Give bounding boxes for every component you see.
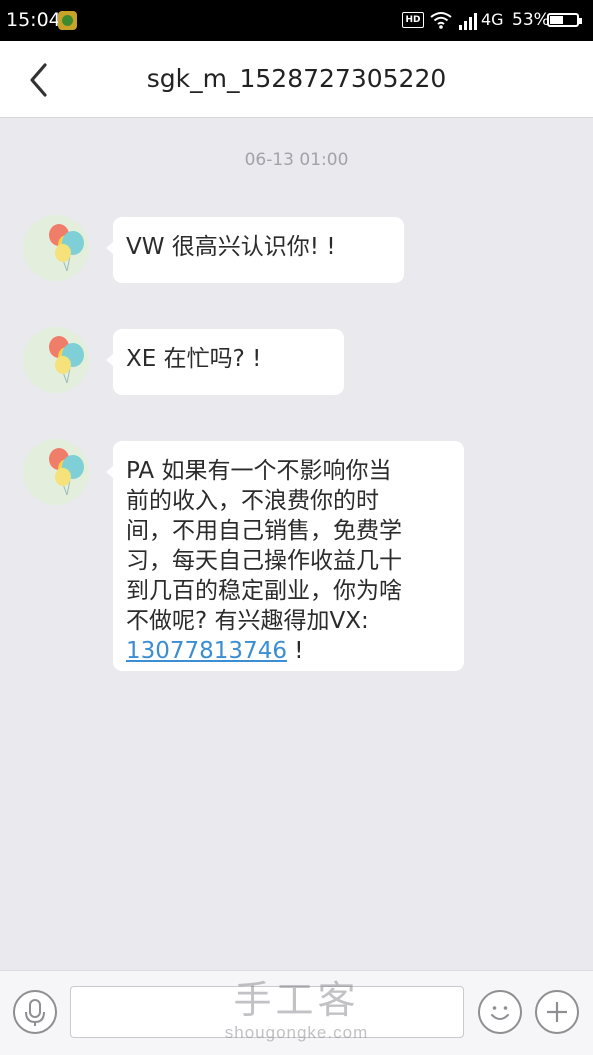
message-text-line: 到几百的稳定副业，你为啥	[126, 578, 402, 604]
back-icon[interactable]	[26, 62, 52, 98]
avatar[interactable]	[23, 215, 89, 281]
chat-header: sgk_m_1528727305220	[0, 41, 593, 118]
microphone-icon	[25, 999, 45, 1026]
hd-badge: HD	[402, 12, 424, 28]
emoji-button[interactable]	[478, 990, 522, 1034]
status-time: 15:04	[6, 9, 61, 31]
balloon-avatar-icon	[23, 439, 89, 505]
message-text-line: 间，不用自己销售，免费学	[126, 518, 402, 544]
more-options-button[interactable]	[535, 990, 579, 1034]
message-timestamp: 06-13 01:00	[244, 150, 349, 170]
message-text: VW 很高兴认识你! !	[126, 234, 336, 260]
input-bar	[0, 970, 593, 1055]
message-text-line: 习，每天自己操作收益几十	[126, 548, 402, 574]
message-text: XE 在忙吗? !	[126, 346, 262, 372]
avatar[interactable]	[23, 327, 89, 393]
plus-icon	[547, 1002, 567, 1022]
message-bubble[interactable]: PA 如果有一个不影响你当 前的收入，不浪费你的时 间，不用自己销售，免费学 习…	[106, 441, 464, 671]
status-bar: 15:04 HD 4G 53%	[0, 0, 593, 41]
battery-icon	[547, 13, 582, 27]
message-text-line: PA 如果有一个不影响你当	[126, 458, 392, 484]
phone-number-link[interactable]: 13077813746	[126, 638, 287, 664]
emoji-icon	[491, 1006, 509, 1020]
message-text-line: 前的收入，不浪费你的时	[126, 488, 379, 514]
signal-icon	[459, 13, 477, 30]
avatar[interactable]	[23, 439, 89, 505]
message-input[interactable]	[70, 986, 464, 1038]
battery-level-fill	[550, 16, 563, 24]
app-notification-icon	[58, 11, 77, 30]
battery-percent: 53%	[512, 10, 550, 30]
message-bubble[interactable]: VW 很高兴认识你! !	[106, 217, 404, 283]
message-bubble[interactable]: XE 在忙吗? !	[106, 329, 344, 395]
balloon-avatar-icon	[23, 215, 89, 281]
voice-input-button[interactable]	[13, 990, 57, 1034]
message-text-line: 不做呢? 有兴趣得加VX:	[126, 608, 369, 634]
balloon-avatar-icon	[23, 327, 89, 393]
message-text-line: 13077813746 !	[126, 636, 450, 666]
wifi-icon	[430, 12, 452, 29]
network-type: 4G	[481, 10, 504, 29]
message-tail: !	[286, 638, 304, 664]
page-title: sgk_m_1528727305220	[146, 64, 447, 93]
